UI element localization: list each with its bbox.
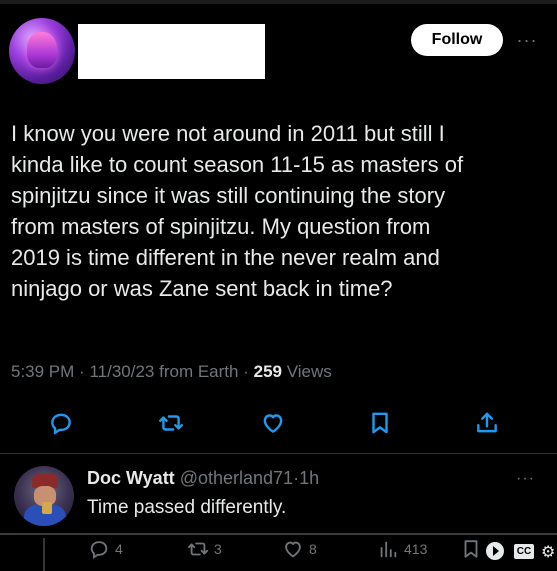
- section-divider: [0, 453, 557, 454]
- reply-author-name[interactable]: Doc Wyatt: [87, 468, 175, 488]
- meta-separator: ·: [79, 362, 85, 381]
- heart-icon[interactable]: [258, 408, 288, 438]
- reply-header: Doc Wyatt @otherland71·1h: [87, 468, 319, 489]
- reply-view-count: 413: [404, 541, 428, 557]
- reply-icon: [90, 541, 108, 559]
- reply-bookmark-button[interactable]: [460, 538, 482, 560]
- reply-avatar[interactable]: [14, 466, 74, 526]
- more-options-icon[interactable]: ···: [514, 31, 540, 49]
- closed-captions-button[interactable]: CC: [514, 544, 534, 559]
- views-chart-icon: [380, 541, 397, 558]
- heart-icon: [285, 541, 301, 558]
- tweet-text: I know you were not around in 2011 but s…: [11, 121, 464, 301]
- video-progress-bar[interactable]: [0, 533, 557, 535]
- reply-views-button[interactable]: 413: [377, 538, 427, 560]
- meta-separator: ·: [243, 362, 249, 381]
- tweet-action-bar: [0, 408, 557, 440]
- share-icon[interactable]: [472, 408, 502, 438]
- video-play-button[interactable]: [486, 542, 504, 560]
- reply-more-options-icon[interactable]: ···: [516, 470, 535, 488]
- tweet-time[interactable]: 5:39 PM: [11, 362, 74, 381]
- tweet-source: from Earth: [159, 362, 239, 381]
- reply-time[interactable]: 1h: [299, 468, 319, 488]
- reply-reply-count: 4: [115, 541, 123, 557]
- reply-retweet-count: 3: [214, 541, 222, 557]
- reply-retweet-button[interactable]: 3: [187, 538, 222, 560]
- retweet-icon: [187, 542, 209, 556]
- redacted-author-name: [78, 24, 265, 79]
- views-label: Views: [286, 362, 332, 381]
- gear-icon[interactable]: ⚙: [541, 542, 555, 562]
- reply-like-count: 8: [309, 541, 317, 557]
- tweet-meta: 5:39 PM · 11/30/23 from Earth · 259 View…: [11, 362, 332, 382]
- reply-action-bar: 4 3 8 413: [0, 538, 557, 560]
- retweet-icon[interactable]: [156, 408, 186, 438]
- reply-reply-button[interactable]: 4: [88, 538, 123, 560]
- reply-text: Time passed differently.: [87, 497, 287, 518]
- reply-author-handle[interactable]: @otherland71: [180, 468, 293, 488]
- reply-icon[interactable]: [46, 408, 76, 438]
- tweet-date[interactable]: 11/30/23: [89, 362, 154, 381]
- reply-like-button[interactable]: 8: [282, 538, 317, 560]
- bookmark-icon: [464, 540, 478, 558]
- author-avatar[interactable]: [9, 18, 75, 84]
- follow-button[interactable]: Follow: [411, 24, 503, 56]
- views-count: 259: [253, 362, 282, 381]
- bookmark-icon[interactable]: [365, 408, 395, 438]
- top-divider: [0, 0, 557, 4]
